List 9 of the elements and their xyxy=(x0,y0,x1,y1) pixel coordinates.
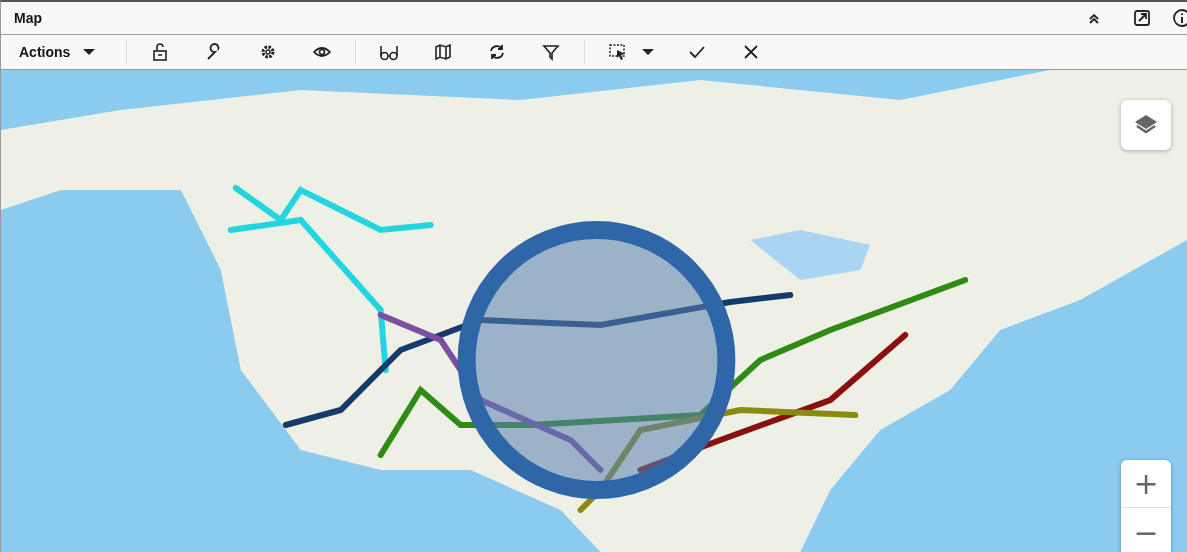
panel-title: Map xyxy=(14,10,43,26)
zoom-out-button[interactable]: − xyxy=(1121,508,1171,552)
routes-drawing[interactable] xyxy=(227,185,969,513)
map-placeholder[interactable]: + − xyxy=(1,70,1187,552)
zoom-in-button[interactable]: + xyxy=(1121,460,1171,508)
layers-button[interactable] xyxy=(1121,100,1171,150)
radius-circle[interactable] xyxy=(457,221,736,499)
actions-menu-button[interactable]: Actions xyxy=(9,40,107,64)
caret-icon xyxy=(82,47,97,57)
